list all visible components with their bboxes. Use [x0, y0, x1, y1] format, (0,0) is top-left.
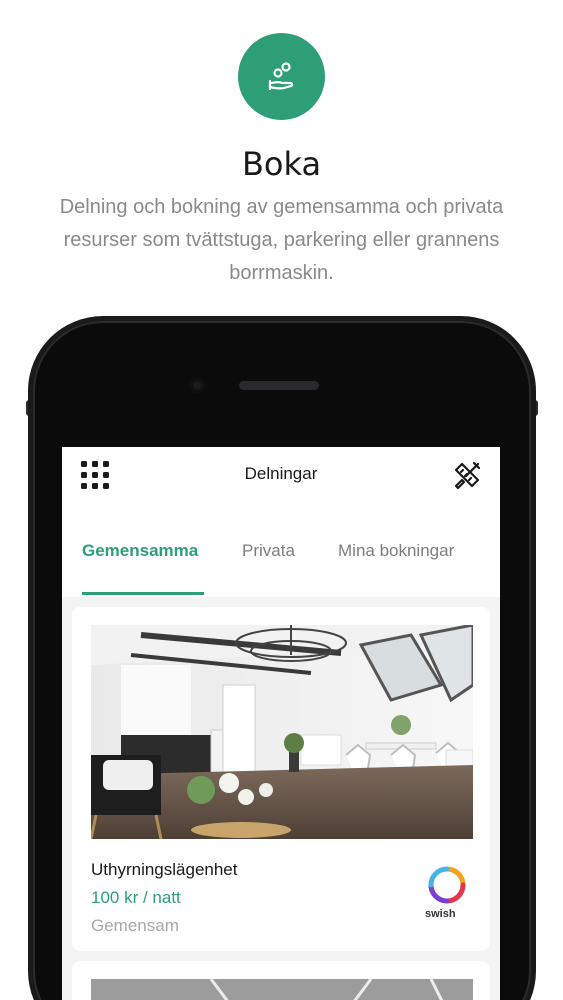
front-camera — [190, 378, 205, 393]
swish-label: swish — [425, 908, 456, 920]
listing-category: Gemensam — [91, 916, 179, 935]
app-screen: Delningar Gemensamma Privata Mina boknin… — [62, 447, 500, 1000]
tab-privata[interactable]: Privata — [242, 541, 295, 561]
swish-logo-icon — [427, 865, 467, 905]
page-title: Boka — [241, 145, 322, 183]
list-item[interactable] — [72, 961, 490, 1000]
tab-gemensamma[interactable]: Gemensamma — [82, 541, 198, 561]
app-title: Delningar — [244, 464, 318, 483]
tools-icon[interactable] — [452, 460, 482, 490]
listing-photo — [91, 979, 473, 1000]
apartment-photo — [91, 625, 473, 839]
phone-side-button — [531, 400, 538, 416]
app-header: Delningar Gemensamma Privata Mina boknin… — [62, 447, 500, 597]
listing-price: 100 kr / natt — [91, 888, 181, 907]
hand-coins-icon — [238, 33, 325, 120]
listing-title: Uthyrningslägenhet — [91, 860, 238, 879]
tab-mina-bokningar[interactable]: Mina bokningar — [338, 541, 454, 561]
page-description: Delning och bokning av gemensamma och pr… — [59, 196, 504, 284]
active-tab-indicator — [82, 592, 204, 595]
phone-side-button — [26, 400, 33, 416]
list-item[interactable]: Uthyrningslägenhet 100 kr / natt Gemensa… — [72, 607, 490, 951]
phone-speaker — [239, 381, 319, 390]
